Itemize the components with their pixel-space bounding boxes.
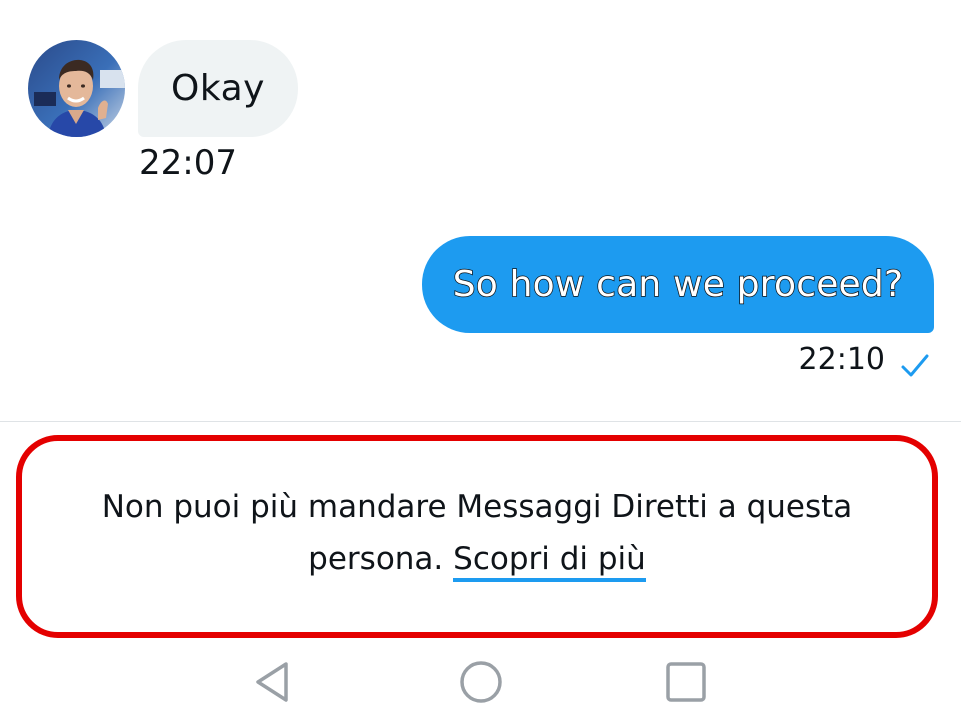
outgoing-message-bubble[interactable]: So how can we proceed?	[422, 236, 934, 333]
dm-conversation-screen: Okay 22:07 So how can we proceed? 22:10 …	[0, 0, 961, 711]
notice-message: Non puoi più mandare Messaggi Diretti a …	[57, 481, 897, 585]
sender-avatar[interactable]	[28, 40, 125, 137]
incoming-message-bubble[interactable]: Okay	[138, 40, 298, 137]
incoming-message-text: Okay	[171, 68, 265, 109]
outgoing-message-time: 22:10	[798, 342, 885, 377]
home-icon[interactable]	[457, 658, 505, 706]
recents-icon[interactable]	[662, 658, 710, 706]
learn-more-link[interactable]: Scopri di più	[453, 540, 646, 582]
dm-restricted-notice: Non puoi più mandare Messaggi Diretti a …	[16, 435, 938, 638]
system-navigation-bar	[0, 650, 961, 711]
back-icon[interactable]	[250, 658, 298, 706]
incoming-message-time: 22:07	[139, 143, 237, 183]
composer-divider	[0, 421, 961, 422]
avatar-photo-icon	[28, 40, 125, 137]
check-icon	[901, 354, 929, 377]
outgoing-message-text: So how can we proceed?	[452, 263, 904, 306]
